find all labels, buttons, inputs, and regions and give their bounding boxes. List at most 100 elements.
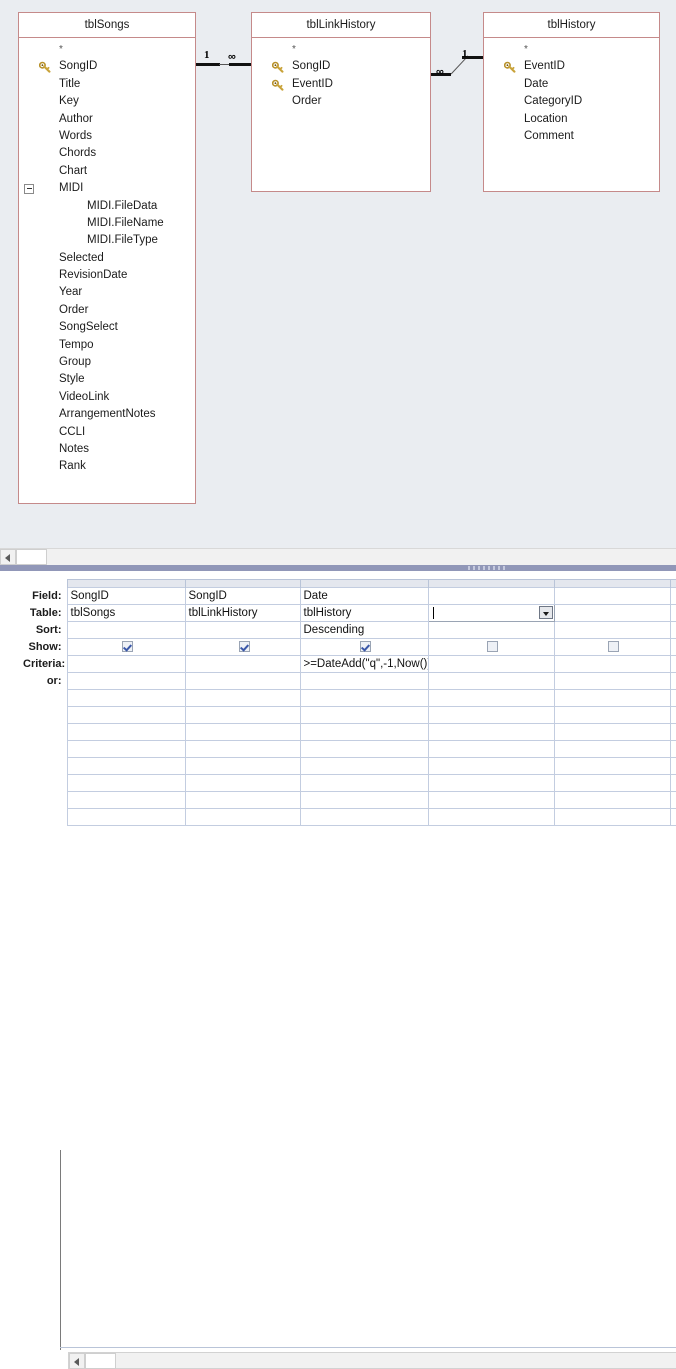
empty-cell[interactable]	[427, 808, 555, 826]
field-row[interactable]: Words	[19, 128, 195, 145]
criteria-cell-1[interactable]	[66, 655, 186, 673]
relationship-line-songs-linkhistory[interactable]	[196, 63, 251, 66]
field-row-all-columns[interactable]: *	[252, 41, 430, 58]
field-row[interactable]: Title	[19, 76, 195, 93]
empty-cell[interactable]	[553, 791, 671, 809]
table-cell-6[interactable]	[669, 604, 676, 622]
field-row[interactable]: Style	[19, 371, 195, 388]
empty-cell[interactable]	[669, 723, 676, 741]
empty-cell[interactable]	[669, 757, 676, 775]
empty-cell[interactable]	[299, 757, 429, 775]
or-cell-1[interactable]	[66, 672, 186, 690]
table-box-tblhistory[interactable]: tblHistory * EventID Date CategoryID Location…	[483, 12, 660, 192]
show-checkbox-cell-3[interactable]	[299, 638, 429, 656]
field-row[interactable]: VideoLink	[19, 389, 195, 406]
field-row[interactable]: ArrangementNotes	[19, 406, 195, 423]
empty-cell[interactable]	[669, 808, 676, 826]
scroll-left-button[interactable]	[0, 549, 16, 565]
empty-cell[interactable]	[299, 706, 429, 724]
field-row[interactable]: Group	[19, 354, 195, 371]
empty-cell[interactable]	[66, 706, 186, 724]
empty-cell[interactable]	[299, 808, 429, 826]
empty-cell[interactable]	[427, 689, 555, 707]
field-row[interactable]: EventID	[484, 58, 659, 75]
diagram-horizontal-scrollbar[interactable]	[0, 548, 676, 565]
table-title[interactable]: tblHistory	[484, 13, 659, 38]
empty-cell[interactable]	[299, 791, 429, 809]
field-row[interactable]: Year	[19, 284, 195, 301]
show-checkbox-cell-1[interactable]	[66, 638, 186, 656]
or-cell-4[interactable]	[427, 672, 555, 690]
checkbox-checked-icon[interactable]	[238, 641, 250, 653]
empty-cell[interactable]	[553, 706, 671, 724]
or-cell-5[interactable]	[553, 672, 671, 690]
field-cell-4[interactable]	[427, 587, 555, 605]
show-checkbox-cell-2[interactable]	[184, 638, 301, 656]
field-row[interactable]: Notes	[19, 441, 195, 458]
empty-cell[interactable]	[427, 723, 555, 741]
field-row[interactable]: SongID	[252, 58, 430, 75]
sort-cell-1[interactable]	[66, 621, 186, 639]
table-title[interactable]: tblLinkHistory	[252, 13, 430, 38]
or-cell-3[interactable]	[299, 672, 429, 690]
empty-cell[interactable]	[299, 774, 429, 792]
criteria-cell-5[interactable]	[553, 655, 671, 673]
checkbox-unchecked-icon[interactable]	[487, 641, 498, 653]
empty-cell[interactable]	[184, 723, 301, 741]
chevron-down-icon[interactable]	[538, 606, 553, 619]
checkbox-checked-icon[interactable]	[122, 641, 133, 653]
checkbox-unchecked-icon[interactable]	[608, 641, 619, 653]
empty-cell[interactable]	[184, 757, 301, 775]
empty-cell[interactable]	[553, 808, 671, 826]
empty-cell[interactable]	[427, 791, 555, 809]
column-selector-5[interactable]	[553, 579, 671, 588]
table-cell-2[interactable]: tblLinkHistory	[184, 604, 301, 622]
empty-cell[interactable]	[184, 689, 301, 707]
field-row-all-columns[interactable]: *	[19, 41, 195, 58]
column-selector-6[interactable]	[669, 579, 676, 588]
query-diagram-pane[interactable]: tblSongs * SongID Title Key Author Words Chords…	[0, 0, 676, 548]
empty-cell[interactable]	[553, 689, 671, 707]
empty-cell[interactable]	[66, 808, 186, 826]
empty-cell[interactable]	[184, 808, 301, 826]
table-cell-3[interactable]: tblHistory	[299, 604, 429, 622]
field-row[interactable]: Selected	[19, 250, 195, 267]
field-row[interactable]: CategoryID	[484, 93, 659, 110]
empty-cell[interactable]	[669, 706, 676, 724]
field-row[interactable]: MIDI.FileName	[19, 215, 195, 232]
field-cell-5[interactable]	[553, 587, 671, 605]
column-selector-2[interactable]	[184, 579, 301, 588]
empty-cell[interactable]	[184, 774, 301, 792]
field-row[interactable]: SongSelect	[19, 319, 195, 336]
field-row[interactable]: Chords	[19, 145, 195, 162]
field-cell-3[interactable]: Date	[299, 587, 429, 605]
field-cell-6[interactable]	[669, 587, 676, 605]
empty-cell[interactable]	[669, 689, 676, 707]
sort-cell-3[interactable]: Descending	[299, 621, 429, 639]
empty-cell[interactable]	[66, 689, 186, 707]
field-row[interactable]: MIDI	[19, 180, 195, 197]
field-row[interactable]: Chart	[19, 163, 195, 180]
show-checkbox-cell-4[interactable]	[427, 638, 555, 656]
empty-cell[interactable]	[669, 740, 676, 758]
empty-cell[interactable]	[427, 774, 555, 792]
sort-cell-6[interactable]	[669, 621, 676, 639]
column-selector-3[interactable]	[299, 579, 429, 588]
empty-cell[interactable]	[553, 774, 671, 792]
field-row[interactable]: SongID	[19, 58, 195, 75]
criteria-cell-6[interactable]	[669, 655, 676, 673]
table-cell-4-active[interactable]	[427, 604, 555, 622]
empty-cell[interactable]	[669, 791, 676, 809]
grid-horizontal-scrollbar[interactable]	[68, 1352, 676, 1369]
field-row[interactable]: Author	[19, 111, 195, 128]
field-row[interactable]: RevisionDate	[19, 267, 195, 284]
field-row[interactable]: MIDI.FileData	[19, 198, 195, 215]
empty-cell[interactable]	[184, 740, 301, 758]
field-row[interactable]: Comment	[484, 128, 659, 145]
sort-cell-4[interactable]	[427, 621, 555, 639]
empty-cell[interactable]	[66, 791, 186, 809]
criteria-cell-3[interactable]: >=DateAdd("q",-1,Now())	[299, 655, 429, 673]
or-cell-6[interactable]	[669, 672, 676, 690]
empty-cell[interactable]	[299, 740, 429, 758]
table-box-tbllinkhistory[interactable]: tblLinkHistory * SongID EventID Order	[251, 12, 431, 192]
